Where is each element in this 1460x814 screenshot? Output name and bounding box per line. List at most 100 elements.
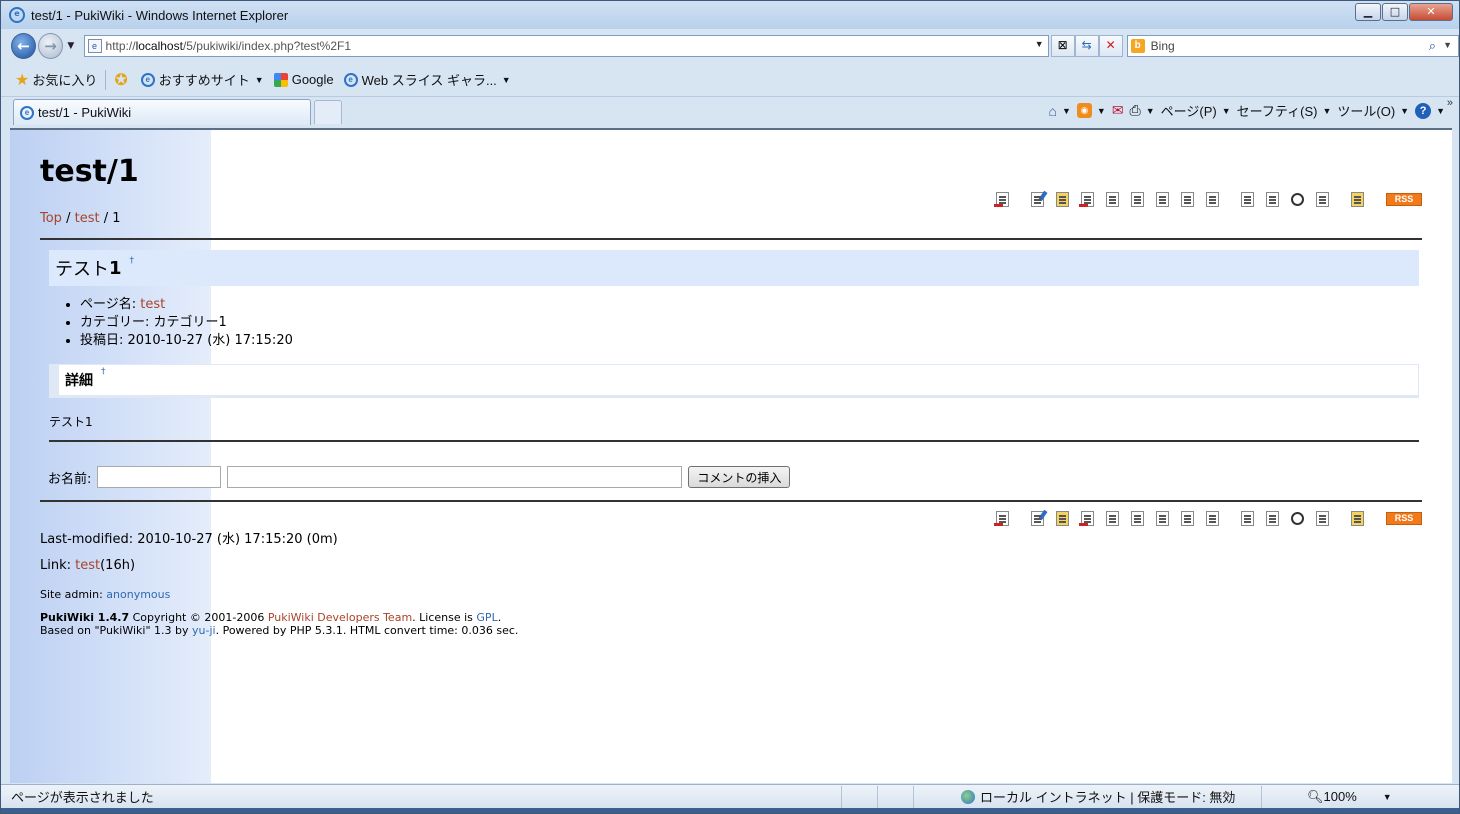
upload-icon[interactable]: [1131, 511, 1144, 526]
search-go-icon[interactable]: ⌕: [1429, 38, 1436, 54]
subheading-text: 詳細: [65, 373, 93, 389]
top-page-icon[interactable]: [994, 511, 1009, 526]
breadcrumb-test-link[interactable]: test: [75, 211, 100, 226]
address-row: ← → ▼ e http://localhost/5/pukiwiki/inde…: [1, 29, 1459, 63]
help-page-icon[interactable]: [1351, 511, 1364, 526]
list-icon[interactable]: [1266, 511, 1279, 526]
favorites-button[interactable]: ★ お気に入り: [15, 70, 97, 90]
new-page-icon[interactable]: [1241, 511, 1254, 526]
developers-team-link[interactable]: PukiWiki Developers Team: [268, 611, 412, 624]
browser-window: e test/1 - PukiWiki - Windows Internet E…: [0, 0, 1460, 814]
minimize-button[interactable]: ▁: [1355, 3, 1381, 21]
insert-comment-button[interactable]: コメントの挿入: [688, 466, 791, 488]
status-segment: [841, 785, 877, 808]
edit-icon[interactable]: [1031, 192, 1044, 207]
site-admin-link[interactable]: anonymous: [106, 588, 170, 601]
ie-page-icon: e: [343, 72, 358, 87]
window-title: test/1 - PukiWiki - Windows Internet Exp…: [31, 7, 289, 23]
page-menu[interactable]: ページ(P) ▼: [1161, 101, 1231, 120]
page-menu-label: ページ(P): [1160, 104, 1217, 119]
help-page-icon[interactable]: [1351, 192, 1364, 207]
list-icon[interactable]: [1266, 192, 1279, 207]
search-icon[interactable]: [1291, 512, 1304, 525]
search-input[interactable]: Bing: [1151, 39, 1175, 53]
tab-active[interactable]: e test/1 - PukiWiki: [13, 99, 311, 125]
fav-item-google[interactable]: Google: [273, 72, 334, 87]
feeds-button[interactable]: ◉ ▼: [1076, 103, 1106, 118]
page-name-link[interactable]: test: [140, 297, 165, 312]
list-item: 投稿日: 2010-10-27 (水) 17:15:20: [80, 332, 293, 350]
rss-button[interactable]: RSS: [1386, 512, 1422, 525]
close-window-button[interactable]: ✕: [1409, 3, 1453, 21]
recent-changes-icon[interactable]: [1316, 511, 1329, 526]
history-dropdown[interactable]: ▼: [64, 41, 77, 51]
read-mail-button[interactable]: ✉: [1112, 102, 1124, 119]
page-info-list: ページ名: test カテゴリー: カテゴリー1 投稿日: 2010-10-27…: [80, 296, 293, 350]
edit-icon[interactable]: [1031, 511, 1044, 526]
name-input[interactable]: [97, 466, 222, 488]
backup-icon[interactable]: [1106, 511, 1119, 526]
window-bottom-edge: [1, 808, 1459, 813]
gpl-link[interactable]: GPL: [476, 611, 497, 624]
list-item: ページ名: test: [80, 296, 293, 314]
freeze-icon[interactable]: [1056, 511, 1069, 526]
recent-changes-icon[interactable]: [1316, 192, 1329, 207]
subheading-anchor-link[interactable]: †: [101, 367, 106, 377]
rename-icon[interactable]: [1181, 511, 1194, 526]
chevron-overflow-icon[interactable]: »: [1447, 97, 1453, 109]
heading-anchor-link[interactable]: †: [130, 256, 135, 266]
search-box[interactable]: b Bing ⌕ ▼: [1126, 35, 1459, 57]
intranet-globe-icon: [961, 789, 975, 804]
upload-icon[interactable]: [1131, 192, 1144, 207]
home-icon: ⌂: [1048, 102, 1057, 119]
page-title: test/1: [40, 154, 139, 189]
site-admin-label: Site admin:: [40, 588, 107, 601]
home-button[interactable]: ⌂ ▼: [1049, 103, 1071, 119]
zoom-dropdown-icon[interactable]: ▼: [1383, 792, 1392, 802]
copy-icon[interactable]: [1156, 511, 1169, 526]
refresh-button[interactable]: ⇆: [1074, 35, 1099, 57]
page-icon: e: [87, 39, 102, 53]
new-page-icon[interactable]: [1241, 192, 1254, 207]
rename-icon[interactable]: [1181, 192, 1194, 207]
backup-icon[interactable]: [1106, 192, 1119, 207]
print-button[interactable]: ⎙ ▼: [1130, 102, 1155, 119]
breadcrumb-top-link[interactable]: Top: [40, 211, 62, 226]
stop-button[interactable]: ✕: [1098, 35, 1123, 57]
add-favorite-button[interactable]: ✪: [114, 70, 130, 90]
author-link[interactable]: yu-ji: [192, 624, 216, 637]
zoom-control[interactable]: 🔍︎ 100% ▼: [1307, 789, 1392, 805]
freeze-icon[interactable]: [1056, 192, 1069, 207]
compatibility-view-button[interactable]: ⊠: [1050, 35, 1075, 57]
maximize-button[interactable]: □: [1382, 3, 1408, 21]
tools-menu[interactable]: ツール(O) ▼: [1337, 101, 1409, 120]
back-button[interactable]: ←: [11, 33, 37, 59]
copy-icon[interactable]: [1156, 192, 1169, 207]
top-page-icon[interactable]: [994, 192, 1009, 207]
last-modified: Last-modified: 2010-10-27 (水) 17:15:20 (…: [40, 532, 338, 547]
zoom-level: 100%: [1323, 789, 1357, 804]
safety-menu[interactable]: セーフティ(S) ▼: [1237, 101, 1332, 120]
heading-number: 1: [109, 257, 122, 279]
address-bar[interactable]: e http://localhost/5/pukiwiki/index.php?…: [83, 35, 1049, 57]
forward-button[interactable]: →: [38, 33, 64, 59]
address-url: http://localhost/5/pukiwiki/index.php?te…: [105, 39, 352, 53]
reload-icon[interactable]: [1206, 192, 1219, 207]
favorites-label: お気に入り: [32, 73, 98, 88]
new-tab-button[interactable]: [314, 100, 342, 124]
diff-icon[interactable]: [1079, 511, 1094, 526]
help-menu[interactable]: ? ▼: [1415, 102, 1445, 119]
address-dropdown-icon[interactable]: ▼: [1035, 39, 1044, 49]
search-dropdown-icon[interactable]: ▼: [1443, 40, 1452, 50]
rss-button[interactable]: RSS: [1386, 193, 1422, 206]
comment-input[interactable]: [227, 466, 683, 488]
security-zone[interactable]: ローカル イントラネット | 保護モード: 無効: [961, 787, 1261, 806]
search-icon[interactable]: [1291, 193, 1304, 206]
title-bar: e test/1 - PukiWiki - Windows Internet E…: [1, 1, 1459, 29]
fav-item-recommended[interactable]: e おすすめサイト ▼: [140, 70, 264, 89]
diff-icon[interactable]: [1079, 192, 1094, 207]
page-name-label: ページ名:: [80, 297, 141, 312]
fav-item-webslice[interactable]: e Web スライス ギャラ... ▼: [343, 70, 511, 89]
reload-icon[interactable]: [1206, 511, 1219, 526]
backlink-test[interactable]: test: [75, 558, 100, 573]
